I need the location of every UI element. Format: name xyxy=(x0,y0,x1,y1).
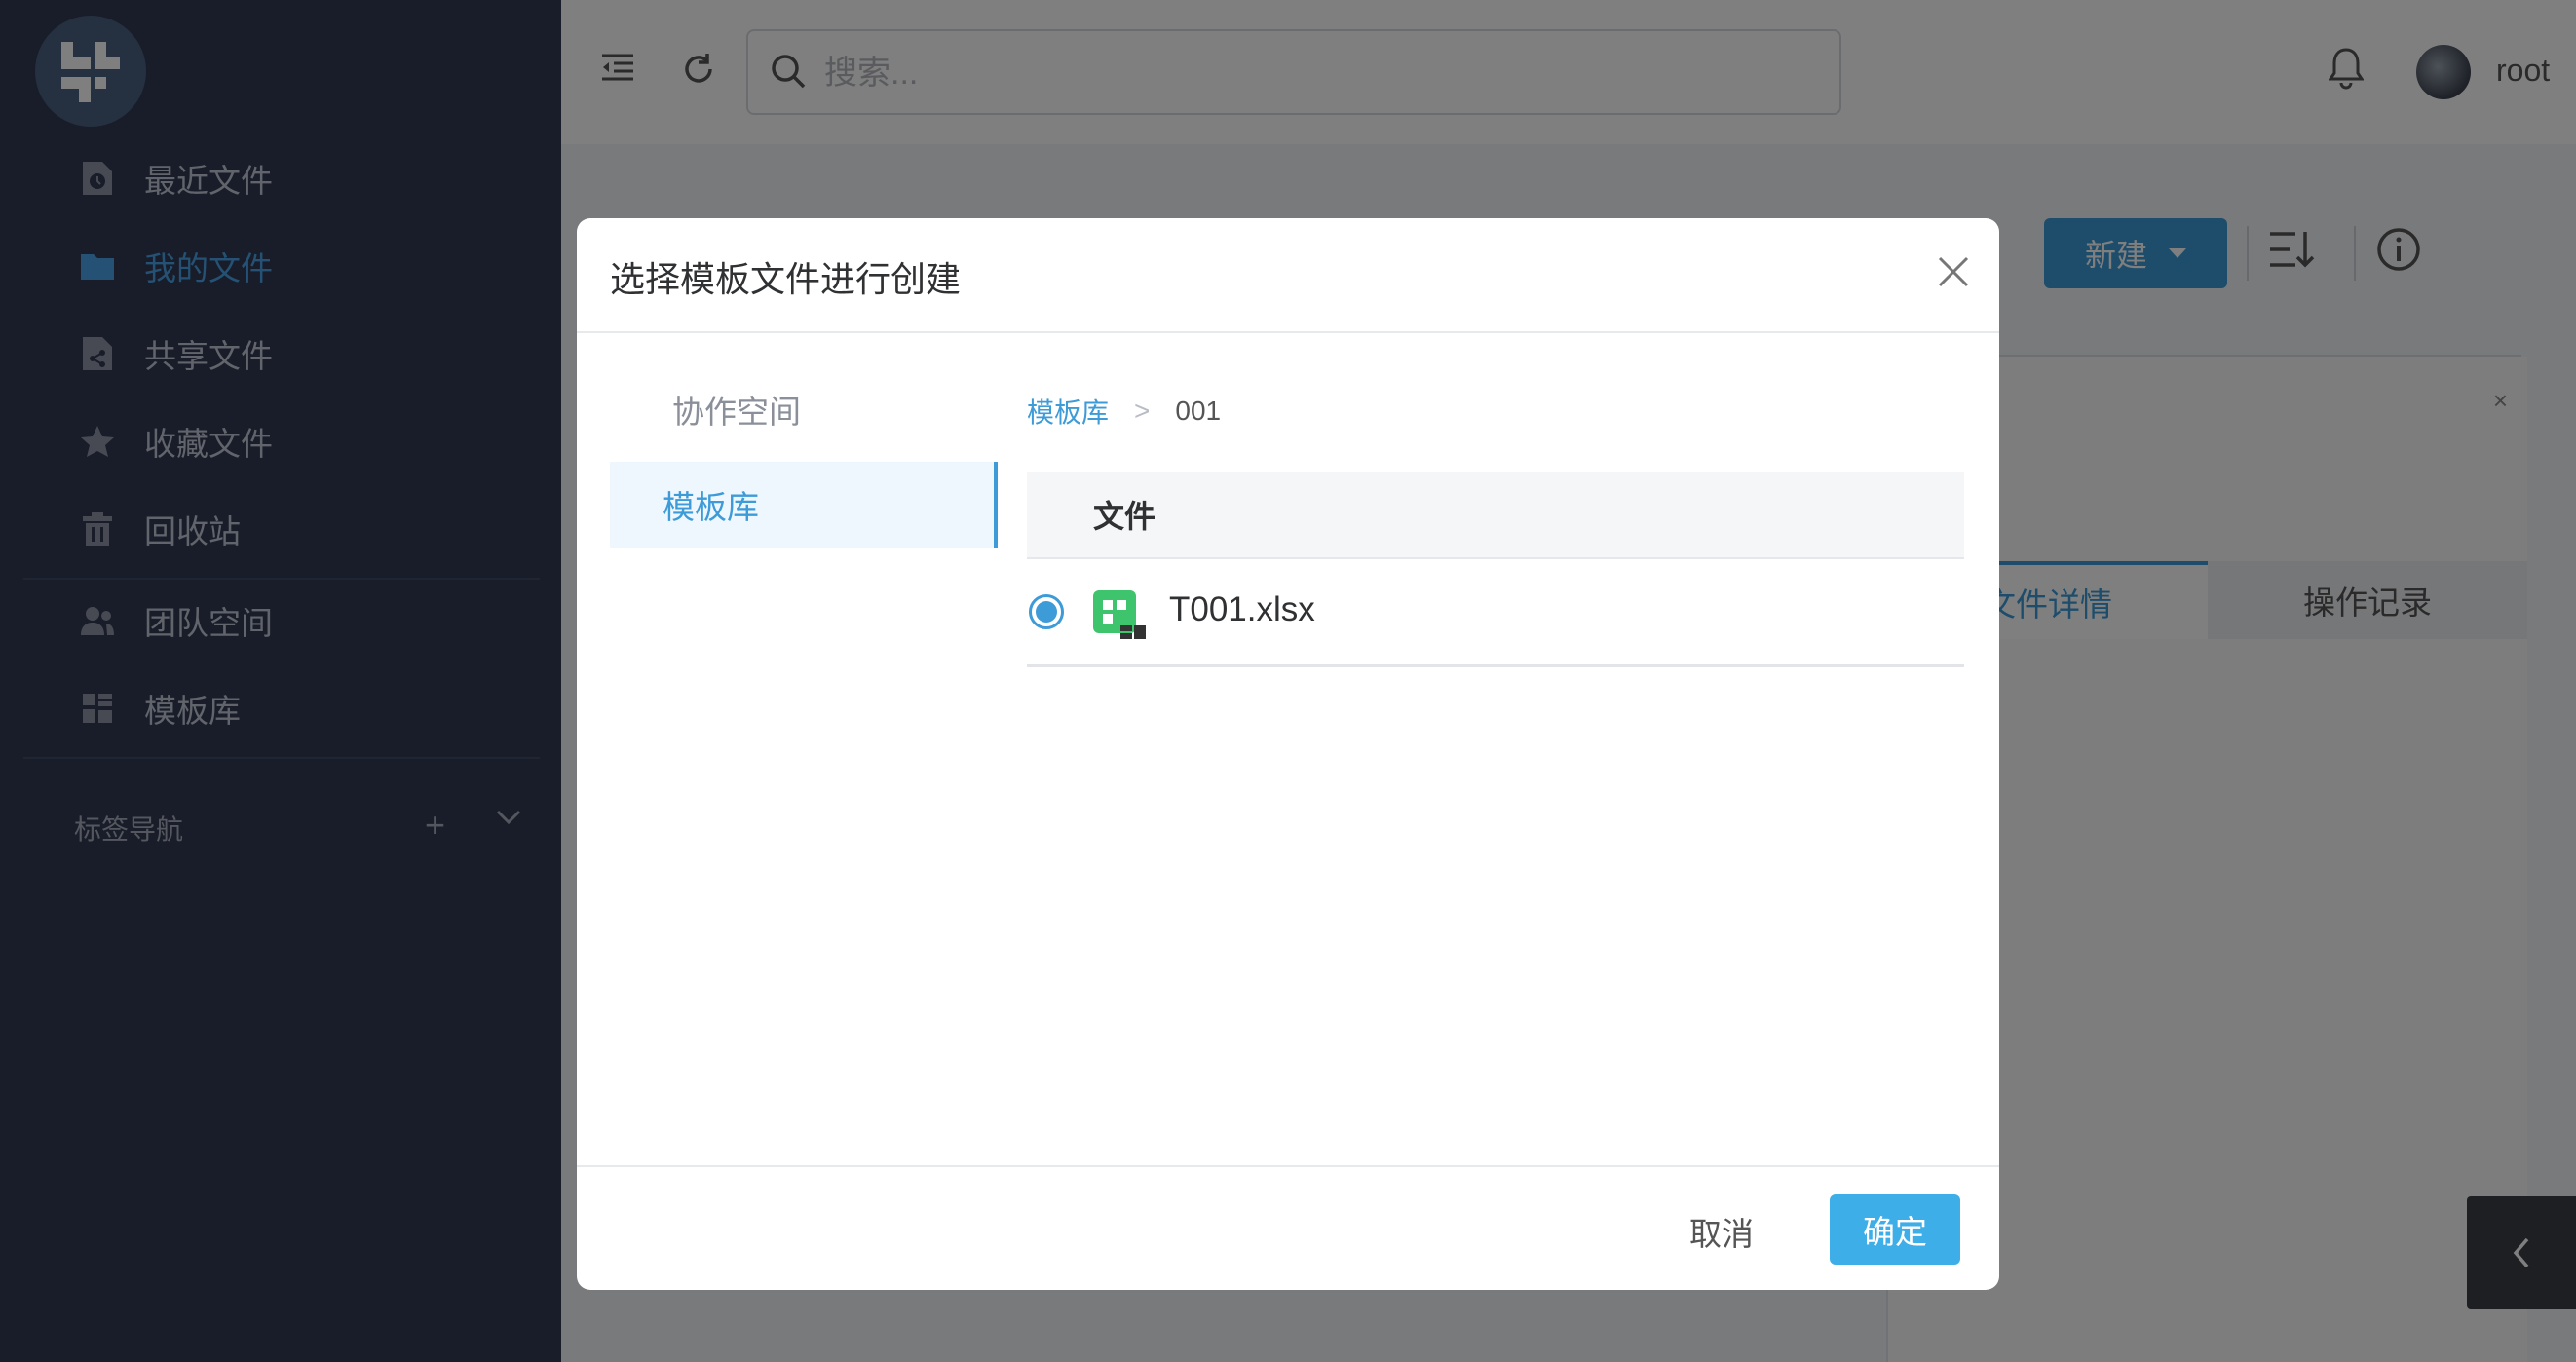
dialog-nav: 协作空间 模板库 xyxy=(610,366,998,548)
file-radio[interactable] xyxy=(1029,594,1064,629)
template-dialog: 选择模板文件进行创建 协作空间 模板库 模板库 > 001 文件 T001.xl… xyxy=(577,218,1999,1290)
confirm-button[interactable]: 确定 xyxy=(1830,1194,1960,1265)
xlsx-file-icon xyxy=(1093,590,1146,639)
dialog-title: 选择模板文件进行创建 xyxy=(610,259,962,299)
breadcrumb-template-library[interactable]: 模板库 xyxy=(1027,392,1109,431)
table-row[interactable]: T001.xlsx xyxy=(1027,559,1964,667)
breadcrumb: 模板库 > 001 xyxy=(1027,392,1221,431)
breadcrumb-separator: > xyxy=(1134,396,1151,426)
file-name[interactable]: T001.xlsx xyxy=(1169,590,1315,629)
dialog-nav-template-library[interactable]: 模板库 xyxy=(610,462,998,548)
dialog-footer: 取消 确定 xyxy=(577,1165,1999,1290)
cancel-button[interactable]: 取消 xyxy=(1689,1196,1754,1267)
file-table: 文件 T001.xlsx xyxy=(1027,472,1964,667)
radio-selected-dot xyxy=(1036,601,1057,623)
close-icon[interactable] xyxy=(1937,255,1970,293)
dialog-nav-collab-space[interactable]: 协作空间 xyxy=(610,366,998,452)
table-header-file: 文件 xyxy=(1027,472,1964,559)
breadcrumb-current-folder: 001 xyxy=(1175,396,1222,426)
dialog-header: 选择模板文件进行创建 xyxy=(577,218,1999,333)
